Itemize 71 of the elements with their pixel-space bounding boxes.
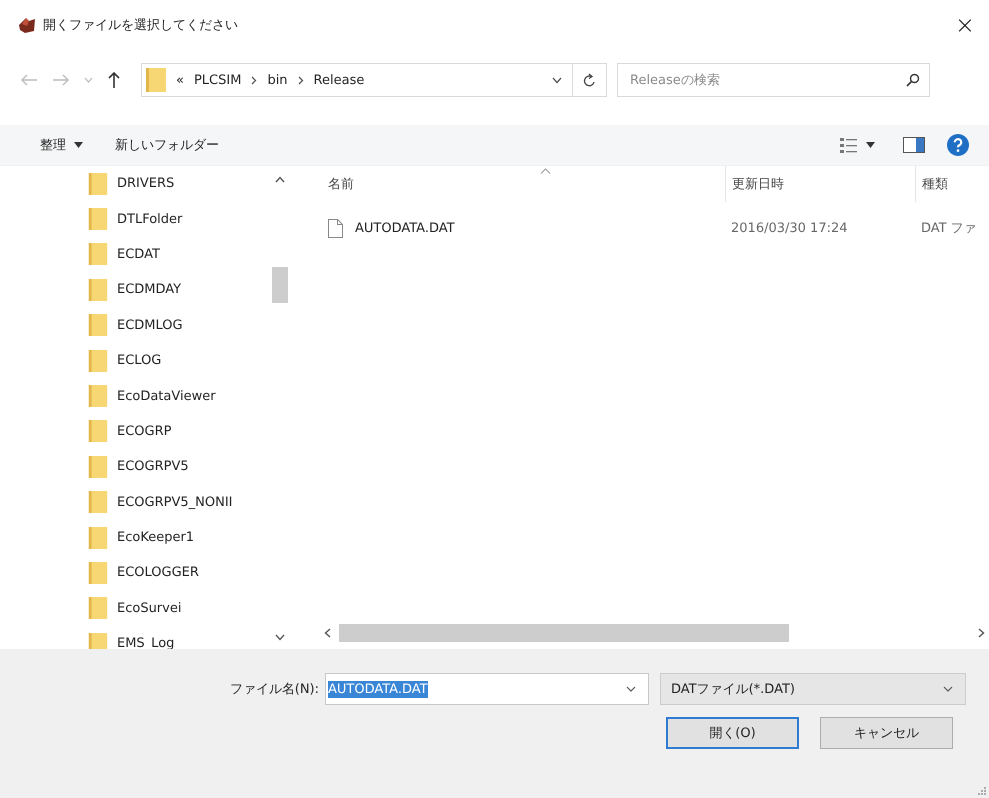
- dropdown-caret-icon[interactable]: [943, 686, 953, 692]
- folder-item[interactable]: ECDMLOG: [117, 318, 183, 333]
- folder-icon: [88, 526, 108, 549]
- close-button[interactable]: ×: [946, 11, 983, 39]
- caret-icon[interactable]: [866, 142, 875, 148]
- folder-icon: [88, 278, 108, 301]
- path-crumb[interactable]: Release: [314, 72, 364, 88]
- folder-icon: [88, 172, 108, 195]
- folder-icon: [88, 491, 108, 514]
- refresh-icon[interactable]: [583, 72, 596, 88]
- folder-icon: [88, 385, 108, 408]
- up-arrow-icon[interactable]: [107, 71, 121, 89]
- folder-icon: [88, 597, 108, 620]
- view-options-icon[interactable]: [840, 138, 858, 152]
- scroll-left-icon[interactable]: [324, 628, 331, 638]
- folder-icon: [88, 314, 108, 336]
- folder-icon: [146, 68, 166, 92]
- folder-item[interactable]: ECDAT: [117, 246, 160, 262]
- folder-item[interactable]: ECOGRPV5_NONII: [117, 494, 232, 510]
- help-icon[interactable]: [947, 134, 969, 156]
- folder-item[interactable]: EcoDataViewer: [117, 388, 216, 404]
- resize-grip-icon[interactable]: [978, 787, 986, 795]
- path-crumb[interactable]: bin: [267, 72, 288, 88]
- folder-icon: [88, 456, 108, 478]
- file-type-dropdown[interactable]: DATファイル(*.DAT): [660, 673, 966, 705]
- folder-item[interactable]: ECOLOGGER: [117, 565, 199, 580]
- app-icon: [17, 16, 37, 34]
- file-name-field[interactable]: AUTODATA.DAT: [325, 673, 649, 705]
- new-folder-button[interactable]: 新しいフォルダー: [115, 136, 219, 154]
- dropdown-caret-icon[interactable]: [552, 76, 562, 84]
- chevron-icon[interactable]: [251, 76, 258, 84]
- file-name-label: ファイル名(N):: [228, 681, 319, 698]
- folder-item[interactable]: ECOGRPV5: [117, 459, 189, 474]
- folder-item[interactable]: ECLOG: [117, 353, 162, 368]
- type-cell-text: DAT ファ: [920, 220, 978, 237]
- folder-item[interactable]: DRIVERS: [117, 176, 174, 192]
- sort-caret-icon: [540, 168, 551, 174]
- address-bar[interactable]: « PLCSIM bin Release: [141, 63, 607, 97]
- file-icon: [328, 218, 343, 238]
- overflow-crumb[interactable]: «: [176, 72, 184, 88]
- search-field[interactable]: Releaseの検索: [617, 63, 930, 97]
- caret-icon[interactable]: [74, 142, 83, 148]
- organize-menu[interactable]: 整理: [40, 136, 66, 154]
- date-cell-text: 2016/03/30 17:24: [730, 220, 849, 236]
- column-header[interactable]: 名前: [300, 166, 725, 202]
- folder-item[interactable]: ECOGRP: [117, 424, 172, 439]
- scroll-right-icon[interactable]: [978, 628, 985, 638]
- column-header[interactable]: 更新日時: [725, 166, 915, 202]
- folder-icon: [88, 243, 108, 266]
- folder-item[interactable]: EcoKeeper1: [117, 530, 194, 546]
- scrollbar-thumb[interactable]: [272, 267, 288, 303]
- folder-item[interactable]: ECDMDAY: [117, 282, 182, 298]
- scroll-up-icon[interactable]: [275, 176, 285, 183]
- dropdown-caret-icon[interactable]: [626, 686, 636, 692]
- open-button[interactable]: 開く(O): [666, 717, 799, 749]
- chevron-icon[interactable]: [298, 76, 304, 84]
- window-title: 開くファイルを選択してください: [43, 17, 238, 34]
- path-crumb[interactable]: PLCSIM: [194, 72, 242, 88]
- preview-pane-icon[interactable]: [903, 137, 925, 153]
- cancel-button[interactable]: キャンセル: [820, 717, 953, 749]
- search-icon: [906, 73, 920, 87]
- file-name-cell[interactable]: AUTODATA.DAT: [355, 220, 455, 236]
- scrollbar-thumb[interactable]: [339, 624, 789, 642]
- folder-icon: [88, 562, 108, 584]
- folder-icon: [88, 350, 108, 372]
- column-header[interactable]: 種類: [915, 166, 989, 202]
- folder-item[interactable]: DTLFolder: [117, 212, 182, 227]
- scroll-down-icon[interactable]: [275, 634, 285, 641]
- folder-item[interactable]: EcoSurvei: [117, 600, 182, 616]
- folder-icon: [88, 420, 108, 442]
- folder-icon: [88, 208, 108, 230]
